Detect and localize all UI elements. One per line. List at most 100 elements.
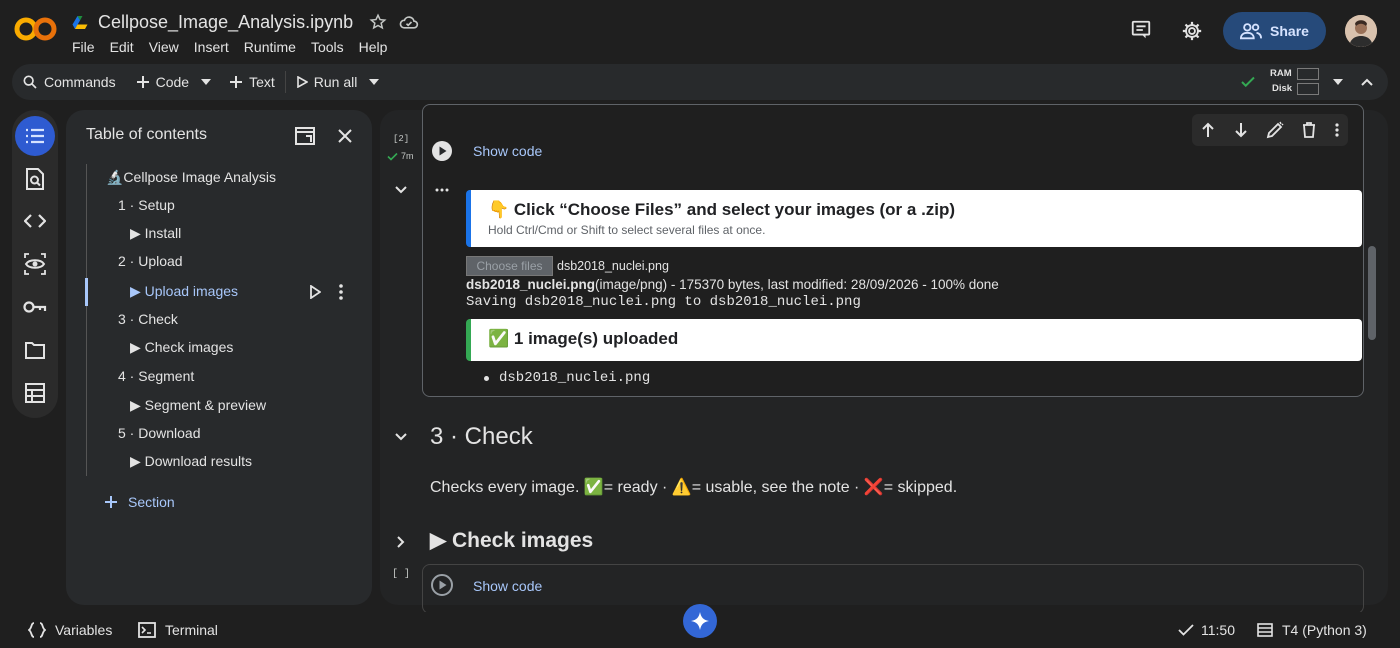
move-cell-down-icon[interactable] bbox=[1234, 122, 1248, 138]
commands-label: Commands bbox=[44, 74, 116, 90]
star-icon[interactable] bbox=[369, 13, 387, 31]
user-avatar[interactable] bbox=[1345, 15, 1377, 47]
toc-item-download[interactable]: 5 · Download bbox=[118, 425, 201, 441]
time-label: 11:50 bbox=[1201, 622, 1235, 638]
collapsed-heading-check-images[interactable]: ▶ Check images bbox=[430, 528, 593, 553]
menu-view[interactable]: View bbox=[149, 39, 179, 55]
colab-logo[interactable] bbox=[14, 14, 58, 44]
commands-button[interactable]: Commands bbox=[12, 64, 126, 100]
key-icon[interactable] bbox=[23, 295, 47, 319]
toc-item-install[interactable]: ▶ Install bbox=[130, 225, 181, 242]
menu-help[interactable]: Help bbox=[359, 39, 388, 55]
table-of-contents-icon[interactable] bbox=[23, 124, 47, 148]
menu-runtime[interactable]: Runtime bbox=[244, 39, 296, 55]
collapse-header-icon[interactable] bbox=[1355, 70, 1379, 94]
play-icon bbox=[296, 76, 308, 88]
saving-output-line: Saving dsb2018_nuclei.png to dsb2018_nuc… bbox=[466, 294, 861, 310]
plus-icon bbox=[229, 75, 243, 89]
terminal-label: Terminal bbox=[165, 622, 218, 638]
toc-item-upload-images[interactable]: ▶ Upload images bbox=[130, 283, 238, 300]
toc-item-check-images[interactable]: ▶ Check images bbox=[130, 339, 233, 356]
add-code-button[interactable]: Code bbox=[126, 64, 193, 100]
more-vert-icon[interactable] bbox=[1335, 123, 1339, 137]
menu-file[interactable]: File bbox=[72, 39, 95, 55]
collapse-section-chevron-icon[interactable] bbox=[389, 425, 413, 449]
section-heading-check: 3 · Check bbox=[430, 423, 533, 450]
toc-item-segment[interactable]: 4 · Segment bbox=[118, 368, 194, 384]
add-section-button[interactable]: Section bbox=[104, 494, 175, 510]
search-icon bbox=[22, 74, 38, 90]
caret-down-icon bbox=[201, 79, 212, 85]
toc-item-upload[interactable]: 2 · Upload bbox=[118, 253, 183, 269]
expand-section-chevron-icon[interactable] bbox=[389, 530, 413, 554]
last-run-time[interactable]: 11:50 bbox=[1178, 622, 1235, 638]
instructions-banner: 👇 Click “Choose Files” and select your i… bbox=[466, 190, 1362, 247]
show-code-link[interactable]: Show code bbox=[473, 143, 542, 159]
comments-icon[interactable] bbox=[1129, 18, 1153, 42]
secrets-eye-icon[interactable] bbox=[23, 252, 47, 276]
people-icon bbox=[1240, 22, 1263, 40]
check-icon bbox=[1178, 623, 1194, 637]
upload-file-name: dsb2018_nuclei.png bbox=[466, 277, 596, 292]
notebook-scrollbar-thumb[interactable] bbox=[1368, 246, 1376, 340]
output-menu-dots-icon[interactable] bbox=[430, 178, 454, 202]
resources-dropdown-icon[interactable] bbox=[1326, 70, 1350, 94]
open-in-tab-icon[interactable] bbox=[293, 124, 317, 148]
settings-gear-icon[interactable] bbox=[1180, 19, 1204, 43]
files-folder-icon[interactable] bbox=[23, 338, 47, 362]
close-icon[interactable] bbox=[333, 124, 357, 148]
variables-button[interactable]: Variables bbox=[28, 622, 112, 638]
cell-exec-count: [2] bbox=[393, 134, 410, 144]
banner-title: 👇 Click “Choose Files” and select your i… bbox=[488, 200, 956, 219]
uploaded-file-name: dsb2018_nuclei.png bbox=[499, 370, 651, 386]
find-replace-icon[interactable] bbox=[23, 167, 47, 191]
data-table-icon[interactable] bbox=[23, 381, 47, 405]
braces-icon bbox=[28, 622, 46, 638]
toc-selection-indicator bbox=[85, 278, 88, 306]
sparkle-icon bbox=[691, 612, 709, 630]
run-all-label: Run all bbox=[313, 74, 358, 90]
share-button[interactable]: Share bbox=[1223, 12, 1326, 50]
toc-item-cellpose-image-analysis[interactable]: 🔬Cellpose Image Analysis bbox=[106, 169, 276, 186]
run-cell-play-icon[interactable] bbox=[430, 139, 454, 163]
menu-insert[interactable]: Insert bbox=[194, 39, 229, 55]
uploaded-banner-text: ✅ 1 image(s) uploaded bbox=[488, 329, 679, 348]
notebook-title[interactable]: Cellpose_Image_Analysis.ipynb bbox=[98, 12, 353, 33]
delete-trash-icon[interactable] bbox=[1302, 122, 1316, 138]
bullet-dot bbox=[484, 375, 489, 381]
drive-icon bbox=[72, 14, 88, 30]
run-all-button[interactable]: Run all bbox=[286, 64, 362, 100]
resource-monitor[interactable]: RAM Disk bbox=[1262, 67, 1322, 97]
code-dropdown[interactable] bbox=[193, 64, 219, 100]
choose-files-button[interactable]: Choose files bbox=[466, 256, 553, 276]
terminal-button[interactable]: Terminal bbox=[138, 622, 218, 638]
gemini-sparkle-button[interactable] bbox=[683, 604, 717, 638]
toc-tree-line bbox=[86, 164, 87, 476]
edit-pencil-icon[interactable] bbox=[1266, 121, 1284, 139]
toc-item-download-results[interactable]: ▶ Download results bbox=[130, 453, 252, 470]
toc-item-check[interactable]: 3 · Check bbox=[118, 311, 178, 327]
toc-item-segment-preview[interactable]: ▶ Segment & preview bbox=[130, 397, 266, 414]
notebook-toolbar: Commands Code Text Run all bbox=[12, 64, 1388, 100]
move-cell-up-icon[interactable] bbox=[1201, 122, 1215, 138]
code-snippets-icon[interactable] bbox=[23, 209, 47, 233]
run-section-play-icon[interactable] bbox=[303, 280, 327, 304]
more-vert-icon[interactable] bbox=[329, 280, 353, 304]
runtime-indicator[interactable]: T4 (Python 3) bbox=[1257, 622, 1367, 638]
collapse-output-chevron-icon[interactable] bbox=[389, 178, 413, 202]
runtime-label: T4 (Python 3) bbox=[1282, 622, 1367, 638]
add-text-button[interactable]: Text bbox=[219, 64, 285, 100]
run-all-dropdown[interactable] bbox=[361, 64, 387, 100]
menu-tools[interactable]: Tools bbox=[311, 39, 344, 55]
code-cell-check[interactable] bbox=[422, 564, 1364, 614]
chosen-file-name: dsb2018_nuclei.png bbox=[557, 259, 669, 273]
cell2-exec-count: [ ] bbox=[392, 569, 411, 580]
menu-edit[interactable]: Edit bbox=[110, 39, 134, 55]
caret-down-icon bbox=[369, 79, 380, 85]
disk-meter bbox=[1297, 83, 1319, 95]
show-code-link[interactable]: Show code bbox=[473, 578, 542, 594]
toc-item-setup[interactable]: 1 · Setup bbox=[118, 197, 175, 213]
run-cell-play-icon[interactable] bbox=[430, 573, 454, 597]
variables-label: Variables bbox=[55, 622, 113, 638]
cloud-saved-icon[interactable] bbox=[399, 13, 419, 31]
